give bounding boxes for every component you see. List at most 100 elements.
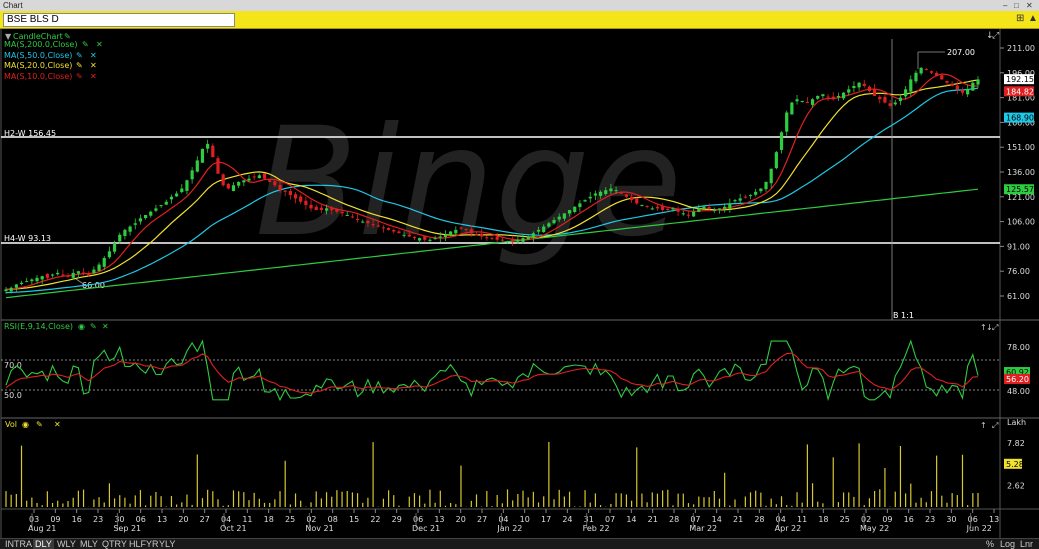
candle-body: [288, 191, 292, 196]
date-tick-label: 04: [498, 515, 508, 524]
timeframe-qtry[interactable]: QTRY: [100, 539, 129, 549]
candle-body: [185, 180, 189, 191]
timeframe-wly[interactable]: WLY: [55, 539, 78, 549]
candle-body: [924, 69, 928, 71]
timeframe-dly[interactable]: DLY: [33, 539, 54, 549]
chevron-up-icon[interactable]: ▲: [1028, 13, 1038, 24]
close-icon[interactable]: ✕: [1026, 0, 1033, 11]
candle-body: [609, 188, 613, 192]
candle-body: [381, 227, 386, 229]
eye-icon[interactable]: ◉: [22, 420, 29, 429]
candle-body: [919, 67, 923, 74]
candle-body: [102, 257, 106, 267]
pane-max-icon[interactable]: ⤢: [991, 323, 998, 332]
date-tick-label: 21: [733, 515, 743, 524]
date-axis[interactable]: 03 09 16 23 30 06 13 20 27 04 11 18 25 02 08 15 22 29 06 13…: [28, 509, 999, 533]
remove-icon[interactable]: ✕: [102, 322, 109, 331]
date-tick-label: 14: [626, 515, 636, 524]
edit-icon[interactable]: ✎: [76, 51, 83, 60]
pane-max-icon[interactable]: ⤢: [991, 421, 998, 430]
timeframe-intra[interactable]: INTRA: [3, 539, 34, 549]
timeframe-yly[interactable]: YLY: [157, 539, 177, 549]
candle-body: [376, 225, 380, 227]
remove-icon[interactable]: ✕: [90, 51, 97, 60]
price-tag-label: 168.90: [1006, 114, 1034, 123]
candle-body: [371, 224, 375, 226]
candle-body: [464, 229, 468, 231]
pane-up-icon[interactable]: ↑: [980, 421, 987, 430]
cursor-label: B 1:1: [893, 311, 914, 320]
remove-icon[interactable]: ✕: [90, 61, 97, 70]
candle-body: [195, 160, 199, 172]
candle-body: [418, 238, 422, 241]
candle-body: [149, 211, 153, 216]
scale-linear-button[interactable]: Lnr: [1020, 539, 1033, 549]
volume-axis[interactable]: Lakh 7.82 2.62 5.28: [1004, 418, 1026, 491]
scale-percent-button[interactable]: %: [986, 539, 994, 549]
candle-body: [805, 101, 809, 103]
date-tick-label: 16: [904, 515, 914, 524]
symbol-input[interactable]: BSE BLS D: [3, 13, 235, 27]
candle-body: [206, 143, 210, 149]
candle-body: [143, 214, 148, 219]
date-tick-label: 14: [712, 515, 722, 524]
candle-body: [686, 214, 691, 216]
candle-body: [681, 213, 685, 215]
pin-icon[interactable]: ⊞: [1016, 13, 1024, 24]
candle-body: [816, 95, 820, 99]
candle-body: [862, 83, 866, 87]
date-tick-label: 24: [562, 515, 572, 524]
level-label-h4: H4-W 93.13: [4, 234, 51, 243]
edit-icon[interactable]: ✎: [76, 61, 83, 70]
minimize-icon[interactable]: –: [1003, 0, 1007, 11]
edit-icon[interactable]: ✎: [64, 32, 71, 41]
candle-body: [107, 251, 112, 258]
candle-body: [800, 100, 804, 102]
candle-body: [521, 238, 525, 242]
edit-icon[interactable]: ✎: [82, 40, 89, 49]
date-tick-label: 23: [93, 515, 103, 524]
timeframe-hlfyr[interactable]: HLFYR: [127, 539, 161, 549]
vol-label[interactable]: Vol: [5, 420, 17, 429]
candle-body: [474, 234, 479, 236]
date-tick-label: 07: [605, 515, 615, 524]
pane-max-icon[interactable]: ⤢: [991, 31, 999, 41]
candle-body: [355, 219, 360, 221]
candle-body: [180, 188, 184, 193]
candle-body: [536, 229, 541, 232]
candle-body: [490, 237, 494, 239]
date-tick-label: 31: [584, 515, 594, 524]
legend-ma200[interactable]: MA(S,200.0,Close): [4, 40, 77, 49]
candle-body: [97, 264, 101, 271]
date-tick-label: 11: [242, 515, 252, 524]
candle-body: [847, 89, 851, 93]
legend-ma50[interactable]: MA(S,50.0,Close): [4, 51, 72, 60]
remove-icon[interactable]: ✕: [90, 72, 97, 81]
candle-body: [309, 204, 313, 209]
date-tick-label: 13: [157, 515, 167, 524]
edit-icon[interactable]: ✎: [36, 420, 43, 429]
legend-ma20[interactable]: MA(S,20.0,Close): [4, 61, 72, 70]
candle-body: [567, 210, 572, 214]
candle-body: [588, 196, 592, 199]
date-tick-label: 06: [413, 515, 423, 524]
candle-body: [976, 79, 980, 85]
date-tick-label: 25: [285, 515, 295, 524]
candle-body: [190, 170, 194, 180]
remove-icon[interactable]: ✕: [96, 40, 103, 49]
timeframe-mly[interactable]: MLY: [78, 539, 100, 549]
scale-log-button[interactable]: Log: [1000, 539, 1015, 549]
candle-body: [123, 229, 127, 236]
date-tick-label: 30: [114, 515, 124, 524]
rsi-axis[interactable]: 78.0048.0060.9256.20: [1004, 343, 1030, 396]
remove-icon[interactable]: ✕: [54, 420, 61, 429]
legend-ma10[interactable]: MA(S,10.0,Close): [4, 72, 72, 81]
eye-icon[interactable]: ◉: [78, 322, 85, 331]
edit-icon[interactable]: ✎: [90, 322, 97, 331]
rsi-label[interactable]: RSI(E,9,14,Close): [4, 322, 73, 331]
maximize-icon[interactable]: □: [1014, 0, 1019, 11]
candle-body: [324, 208, 329, 211]
chart-area[interactable]: Binge ↓ ⤢ ↑ ↓ ⤢ ↑ ⤢ ▼ CandleChart MA(S,2…: [0, 29, 1039, 538]
candle-body: [262, 173, 267, 179]
edit-icon[interactable]: ✎: [76, 72, 83, 81]
